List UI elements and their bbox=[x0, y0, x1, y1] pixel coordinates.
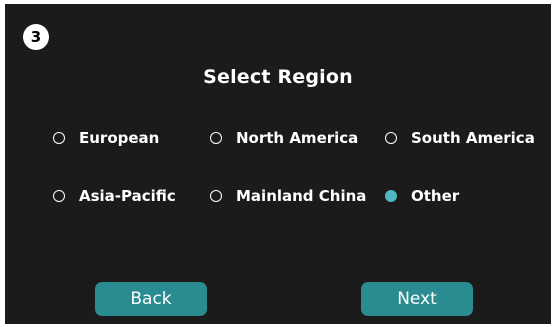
step-number-badge: 3 bbox=[23, 24, 49, 50]
radio-icon[interactable] bbox=[53, 132, 65, 144]
back-button[interactable]: Back bbox=[95, 282, 207, 316]
region-option-asia-pacific[interactable]: Asia-Pacific bbox=[53, 187, 176, 205]
page-title: Select Region bbox=[203, 66, 353, 88]
radio-selected-icon[interactable] bbox=[385, 190, 397, 202]
region-option-mainland-china[interactable]: Mainland China bbox=[210, 187, 366, 205]
region-option-south-america[interactable]: South America bbox=[385, 129, 535, 147]
region-option-label: Other bbox=[411, 187, 460, 205]
region-option-north-america[interactable]: North America bbox=[210, 129, 358, 147]
region-option-other[interactable]: Other bbox=[385, 187, 459, 205]
region-option-label: Mainland China bbox=[236, 187, 367, 205]
next-button[interactable]: Next bbox=[361, 282, 473, 316]
region-option-european[interactable]: European bbox=[53, 129, 159, 147]
region-option-label: North America bbox=[236, 129, 359, 147]
region-option-label: European bbox=[79, 129, 160, 147]
radio-icon[interactable] bbox=[53, 190, 65, 202]
radio-icon[interactable] bbox=[210, 132, 222, 144]
setup-screen: 3 Select Region European North America S… bbox=[5, 4, 551, 324]
region-option-label: Asia-Pacific bbox=[79, 187, 176, 205]
radio-icon[interactable] bbox=[385, 132, 397, 144]
region-option-label: South America bbox=[411, 129, 535, 147]
radio-icon[interactable] bbox=[210, 190, 222, 202]
